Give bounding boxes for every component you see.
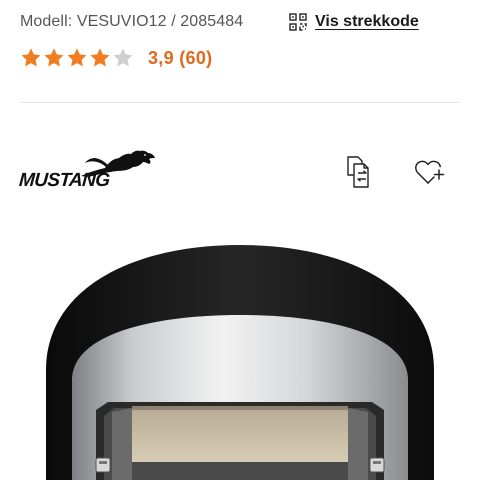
show-barcode-label: Vis strekkode [315, 13, 419, 30]
model-row: Modell: VESUVIO12 / 2085484 Vis strekkod… [20, 10, 460, 34]
rating-summary[interactable]: 3,9 (60) [148, 48, 212, 69]
wishlist-button[interactable] [413, 155, 447, 189]
pizza-oven-image [46, 245, 434, 480]
brand-logo[interactable]: MUSTANG [18, 148, 155, 196]
divider [20, 102, 460, 103]
compare-button[interactable] [341, 155, 375, 189]
rating-stars [20, 47, 134, 69]
star-filled-icon [21, 48, 41, 67]
qr-code-icon [289, 13, 307, 31]
star-empty-icon [113, 48, 133, 67]
show-barcode-link[interactable]: Vis strekkode [289, 10, 419, 34]
compare-icon [347, 156, 369, 188]
star-filled-icon [90, 48, 110, 67]
product-image[interactable] [0, 230, 480, 480]
rating-row[interactable]: 3,9 (60) [20, 45, 212, 71]
model-number: Modell: VESUVIO12 / 2085484 [20, 13, 244, 30]
star-filled-icon [44, 48, 64, 67]
heart-plus-icon [415, 160, 445, 184]
brand-wordmark: MUSTANG [18, 170, 111, 191]
star-filled-icon [67, 48, 87, 67]
